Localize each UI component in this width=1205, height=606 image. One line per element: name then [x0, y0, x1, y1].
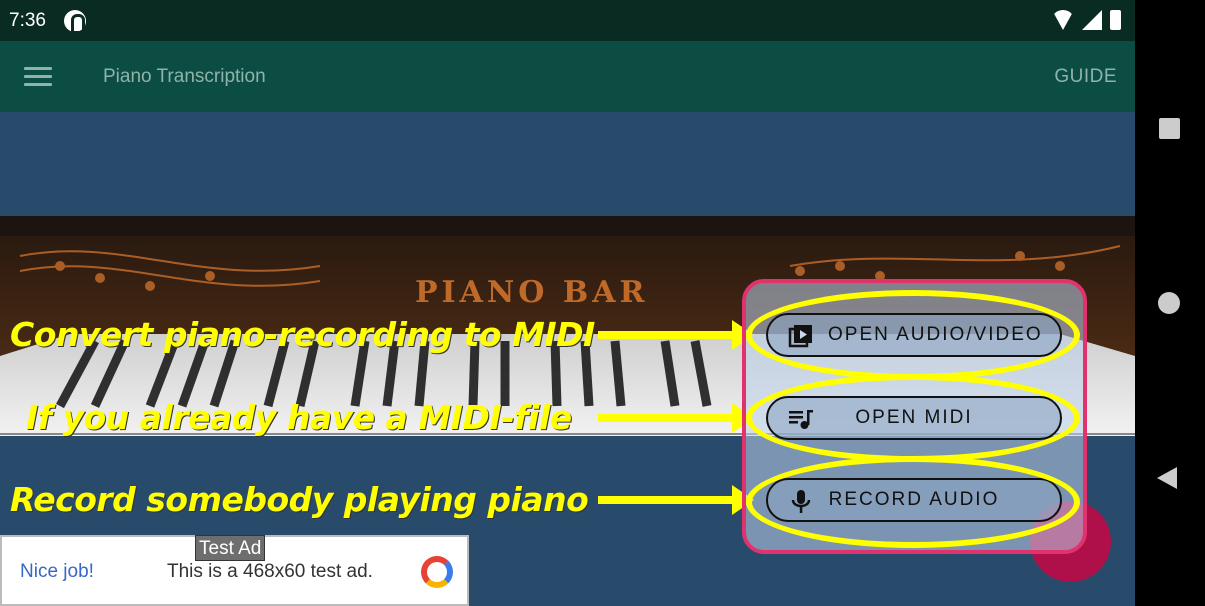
app-screen: 7:36 Piano Transcription GUIDE PIANO BAR…	[0, 0, 1135, 606]
arrow-to-open-audio	[598, 320, 754, 350]
app-bar: Piano Transcription GUIDE	[0, 41, 1135, 112]
status-time: 7:36	[9, 10, 46, 31]
ad-choices-logo-icon	[421, 556, 453, 588]
annotation-record: Record somebody playing piano	[10, 480, 589, 519]
notification-app-icon	[64, 10, 86, 34]
video-library-icon	[788, 325, 812, 348]
guide-button[interactable]: GUIDE	[1054, 66, 1117, 88]
recent-apps-icon[interactable]	[1159, 118, 1180, 139]
open-midi-button[interactable]: OPEN MIDI	[766, 396, 1062, 440]
ad-text: This is a 468x60 test ad.	[167, 561, 373, 582]
open-midi-label: OPEN MIDI	[855, 407, 973, 428]
annotation-convert: Convert piano-recording to MIDI	[10, 315, 595, 354]
arrow-to-open-midi	[598, 403, 754, 433]
open-audio-video-label: OPEN AUDIO/VIDEO	[828, 324, 1043, 345]
battery-icon	[1110, 10, 1121, 30]
annotation-midi: If you already have a MIDI-file	[26, 398, 572, 437]
status-bar: 7:36	[0, 0, 1135, 41]
signal-icon	[1082, 10, 1102, 30]
ad-nice-job: Nice job!	[20, 561, 94, 582]
test-ad-tag: Test Ad	[195, 535, 266, 561]
back-icon[interactable]	[1157, 467, 1177, 489]
app-title: Piano Transcription	[103, 66, 266, 87]
hamburger-menu-icon[interactable]	[24, 67, 52, 87]
android-navigation-bar	[1135, 0, 1205, 606]
open-audio-video-button[interactable]: OPEN AUDIO/VIDEO	[766, 313, 1062, 357]
home-icon[interactable]	[1158, 292, 1180, 314]
wifi-icon	[1052, 10, 1074, 30]
arrow-to-record-audio	[598, 485, 754, 515]
status-icons	[1052, 10, 1121, 30]
piano-bar-logo-text: PIANO BAR	[415, 275, 648, 310]
record-audio-label: RECORD AUDIO	[828, 489, 1000, 510]
record-audio-button[interactable]: RECORD AUDIO	[766, 478, 1062, 522]
